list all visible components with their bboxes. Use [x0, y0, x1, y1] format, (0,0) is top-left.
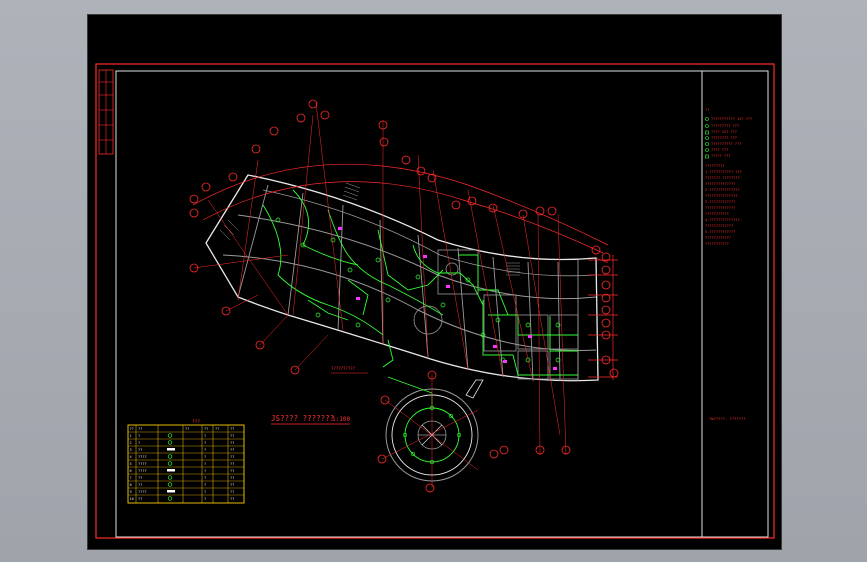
- legend-cell: ????: [138, 469, 147, 473]
- note-paragraph-line: 2.??????????????: [705, 188, 740, 192]
- legend-symbol-icon: [167, 496, 173, 501]
- legend-cell: ??: [138, 476, 142, 480]
- notes-symbols: [705, 117, 709, 159]
- legend-cell: ?: [138, 441, 140, 445]
- general-notes: ?? ??????????? 12? ??? ????????? ??? ???…: [705, 108, 752, 246]
- legend-cell: ??: [138, 448, 142, 452]
- legend-cell: 5: [130, 462, 132, 466]
- plan-title-block: JS???? ??????? 1:100: [271, 414, 350, 425]
- legend-symbol-icon: [167, 461, 173, 466]
- legend-symbol-icon: [167, 433, 173, 438]
- legend-cell: 2: [130, 441, 132, 445]
- legend-cell: ????: [138, 490, 147, 494]
- stamp-label: ??????????: [331, 366, 356, 371]
- legend-header-cell: ??: [230, 427, 234, 431]
- legend-cell: ?: [204, 483, 206, 487]
- legend-cell: ?: [204, 441, 206, 445]
- legend-symbol-icon: [167, 448, 175, 451]
- electrical-plan-drawing: ?? ??????????? 12? ??? ????????? ??? ???…: [95, 63, 775, 539]
- legend-header-cell: ??: [215, 427, 219, 431]
- note-paragraph-line: 1.??????????? ???: [705, 170, 742, 174]
- notes-subheading: ?????????: [705, 164, 724, 168]
- note-paragraph-line: ?????????????: [705, 224, 733, 228]
- plan-scale: 1:100: [332, 416, 350, 423]
- legend-table: ??? ?????????? ??1?? ??2?? ??3??? ??4???????…: [127, 419, 245, 504]
- legend-cell: ??: [230, 434, 234, 438]
- cad-viewport[interactable]: ?? ??????????? 12? ??? ????????? ??? ???…: [87, 14, 782, 550]
- note-paragraph-line: ??????? ????????: [705, 176, 740, 180]
- legend-header-cell: ??: [204, 427, 208, 431]
- legend-cell: 7: [130, 476, 132, 480]
- legend-cell: ??: [230, 448, 234, 452]
- legend-cell: ?: [138, 434, 140, 438]
- note-paragraph-line: ????????????: [705, 236, 731, 240]
- notes-heading: ??: [705, 108, 709, 112]
- legend-symbol-icon: [167, 475, 173, 480]
- legend-cell: ?: [204, 490, 206, 494]
- title-block-label: ?ю?????- ???????: [709, 416, 746, 421]
- note-item: ????? ???: [711, 154, 730, 158]
- legend-cell: ??: [230, 490, 234, 494]
- legend-cell: ??: [138, 483, 142, 487]
- note-item: ???? ???: [711, 148, 728, 152]
- note-paragraph-line: 3.????????????: [705, 200, 735, 204]
- note-paragraph-line: 4.??????????????: [705, 218, 740, 222]
- legend-cell: ??: [230, 476, 234, 480]
- legend-cell: 8: [130, 483, 132, 487]
- circuit-tags: [338, 227, 557, 370]
- legend-cell: ??: [230, 483, 234, 487]
- legend-cell: ?: [204, 448, 206, 452]
- legend-cell: 9: [130, 490, 132, 494]
- legend-cell: 3: [130, 448, 132, 452]
- plan-title: JS???? ???????: [271, 414, 334, 423]
- legend-title: ???: [192, 419, 200, 425]
- legend-symbol-icon: [167, 469, 175, 472]
- legend-header-cell: ??: [130, 427, 134, 431]
- note-item: ??????????? 12? ???: [711, 117, 752, 121]
- legend-cell: ??: [230, 497, 234, 501]
- legend-cell: ??: [138, 497, 142, 501]
- note-paragraph-line: ??????????????: [705, 182, 735, 186]
- legend-cell: 6: [130, 469, 132, 473]
- legend-cell: ?: [204, 462, 206, 466]
- note-paragraph-line: ???????????: [705, 242, 729, 246]
- legend-cell: ?: [204, 469, 206, 473]
- legend-cell: ????: [138, 455, 147, 459]
- legend-header-cell: ??: [185, 427, 189, 431]
- legend-cell: ?: [204, 434, 206, 438]
- legend-cell: ?: [204, 497, 206, 501]
- legend-symbol-icon: [167, 482, 173, 487]
- legend-symbol-icon: [167, 440, 173, 445]
- legend-cell: 10: [130, 497, 134, 501]
- legend-cell: ?: [204, 455, 206, 459]
- note-paragraph-line: ??????????????: [705, 206, 735, 210]
- note-item: ???? 12? ???: [711, 130, 737, 134]
- legend-cell: ?: [204, 476, 206, 480]
- note-paragraph-line: ???????????: [705, 212, 729, 216]
- note-paragraph-line: ???????????????: [705, 194, 737, 198]
- legend-cell: ??: [230, 462, 234, 466]
- note-paragraph-line: 5.????????????: [705, 230, 735, 234]
- legend-cell: 4: [130, 455, 132, 459]
- legend-cell: ??: [230, 441, 234, 445]
- legend-header-cell: ??: [138, 427, 142, 431]
- legend-cell: ??: [230, 455, 234, 459]
- legend-cell: 1: [130, 434, 132, 438]
- round-annex: [381, 375, 484, 488]
- legend-symbol-icon: [167, 490, 175, 493]
- legend-cell: ????: [138, 462, 147, 466]
- note-item: ????????? ???: [711, 124, 739, 128]
- legend-symbol-icon: [167, 454, 173, 459]
- note-item: ?????????? ???: [711, 142, 741, 146]
- axis-gridlines: [193, 102, 609, 456]
- legend-cell: ??: [230, 469, 234, 473]
- note-item: ???????? ???: [711, 136, 737, 140]
